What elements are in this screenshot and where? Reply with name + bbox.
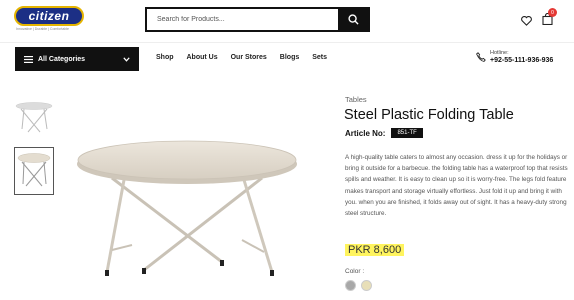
cart-count-badge: 0 bbox=[548, 8, 557, 17]
hotline[interactable]: Hotline: +92-55-111-936-936 bbox=[476, 50, 553, 64]
nav-link-our-stores[interactable]: Our Stores bbox=[231, 54, 267, 61]
header-divider bbox=[0, 42, 574, 43]
hamburger-icon bbox=[24, 55, 33, 63]
article-number-label: Article No: bbox=[345, 128, 386, 138]
logo-tagline: Innovative | Durable | Comfortable bbox=[16, 27, 69, 31]
site-header: citizen Innovative | Durable | Comfortab… bbox=[0, 0, 574, 42]
chevron-down-icon bbox=[123, 56, 130, 62]
header-actions: 0 bbox=[521, 8, 557, 30]
logo-text: citizen bbox=[28, 9, 70, 23]
article-number: Article No: 851-TF bbox=[345, 128, 423, 138]
folding-table-thumbnail-image bbox=[17, 153, 51, 187]
main-menu: Shop About Us Our Stores Blogs Sets bbox=[156, 54, 327, 61]
product-title: Steel Plastic Folding Table bbox=[344, 107, 514, 123]
brand-logo[interactable]: citizen Innovative | Durable | Comfortab… bbox=[14, 6, 88, 33]
product-main-image bbox=[72, 130, 302, 300]
hotline-number: +92-55-111-936-936 bbox=[490, 56, 554, 64]
folding-table-image bbox=[77, 140, 297, 276]
color-swatch-beige[interactable] bbox=[361, 280, 372, 291]
all-categories-dropdown[interactable]: All Categories bbox=[15, 47, 139, 71]
search-input[interactable] bbox=[147, 9, 338, 30]
product-price: PKR 8,600 bbox=[345, 244, 405, 256]
categories-label: All Categories bbox=[38, 55, 86, 63]
logo-mark: citizen bbox=[14, 6, 84, 26]
cart-button[interactable]: 0 bbox=[542, 8, 557, 30]
search-icon bbox=[347, 14, 359, 25]
hotline-label: Hotline: bbox=[490, 50, 509, 56]
color-swatch-grey[interactable] bbox=[345, 280, 356, 291]
product-category-breadcrumb[interactable]: Tables bbox=[345, 95, 367, 104]
folding-table-thumbnail-image bbox=[15, 102, 53, 133]
phone-icon bbox=[476, 51, 486, 62]
color-label: Color : bbox=[345, 268, 365, 275]
color-swatches bbox=[345, 280, 372, 291]
product-description: A high-quality table caters to almost an… bbox=[345, 154, 568, 218]
product-thumbnail[interactable] bbox=[14, 100, 54, 137]
price-value: PKR 8,600 bbox=[345, 244, 405, 256]
product-thumbnail-selected[interactable] bbox=[14, 147, 54, 195]
nav-link-blogs[interactable]: Blogs bbox=[280, 54, 299, 61]
nav-link-about-us[interactable]: About Us bbox=[187, 54, 218, 61]
article-number-value: 851-TF bbox=[391, 128, 423, 138]
wishlist-heart-icon[interactable] bbox=[521, 16, 532, 26]
search-button[interactable] bbox=[338, 9, 368, 30]
nav-link-shop[interactable]: Shop bbox=[156, 54, 174, 61]
nav-link-sets[interactable]: Sets bbox=[312, 54, 327, 61]
search-bar bbox=[145, 7, 370, 32]
